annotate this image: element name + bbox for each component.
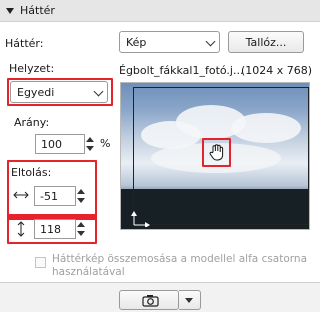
image-filename: Égbolt_fákkal1_fotó.j... [119, 64, 244, 77]
panel-header[interactable]: Háttér [0, 0, 320, 22]
camera-button[interactable] [119, 290, 179, 310]
background-select-value: Kép [126, 35, 147, 49]
chevron-down-icon [205, 36, 216, 47]
browse-button-label: Tallóz... [245, 35, 287, 49]
ratio-value: 100 [41, 137, 62, 151]
alpha-blend-checkbox[interactable] [35, 257, 46, 268]
ratio-input[interactable]: 100 [35, 134, 85, 154]
background-select[interactable]: Kép [119, 31, 220, 53]
ratio-unit: % [100, 137, 111, 150]
ratio-label: Arány: [14, 116, 50, 129]
ratio-stepper[interactable] [86, 134, 95, 154]
camera-icon [142, 295, 159, 307]
image-dimensions: (1024 x 768) [241, 64, 313, 77]
stepper-up-icon[interactable] [86, 137, 94, 142]
camera-dropdown-button[interactable] [179, 290, 201, 310]
offset-highlight-outer [7, 160, 97, 244]
panel-title: Háttér [20, 4, 55, 17]
chevron-down-icon [185, 298, 193, 303]
alpha-blend-label-line1: Háttérkép összemosása a modellel alfa cs… [52, 253, 308, 265]
background-label: Háttér: [5, 37, 44, 50]
origin-axis-icon [131, 211, 150, 227]
position-label: Helyzet: [9, 62, 55, 75]
collapse-triangle-icon[interactable] [6, 7, 14, 14]
stepper-down-icon[interactable] [86, 146, 94, 151]
alpha-blend-label-line2: használatával [52, 266, 125, 278]
hand-drag-icon[interactable] [208, 143, 226, 162]
browse-button[interactable]: Tallóz... [228, 31, 304, 53]
position-highlight-box [7, 78, 113, 106]
